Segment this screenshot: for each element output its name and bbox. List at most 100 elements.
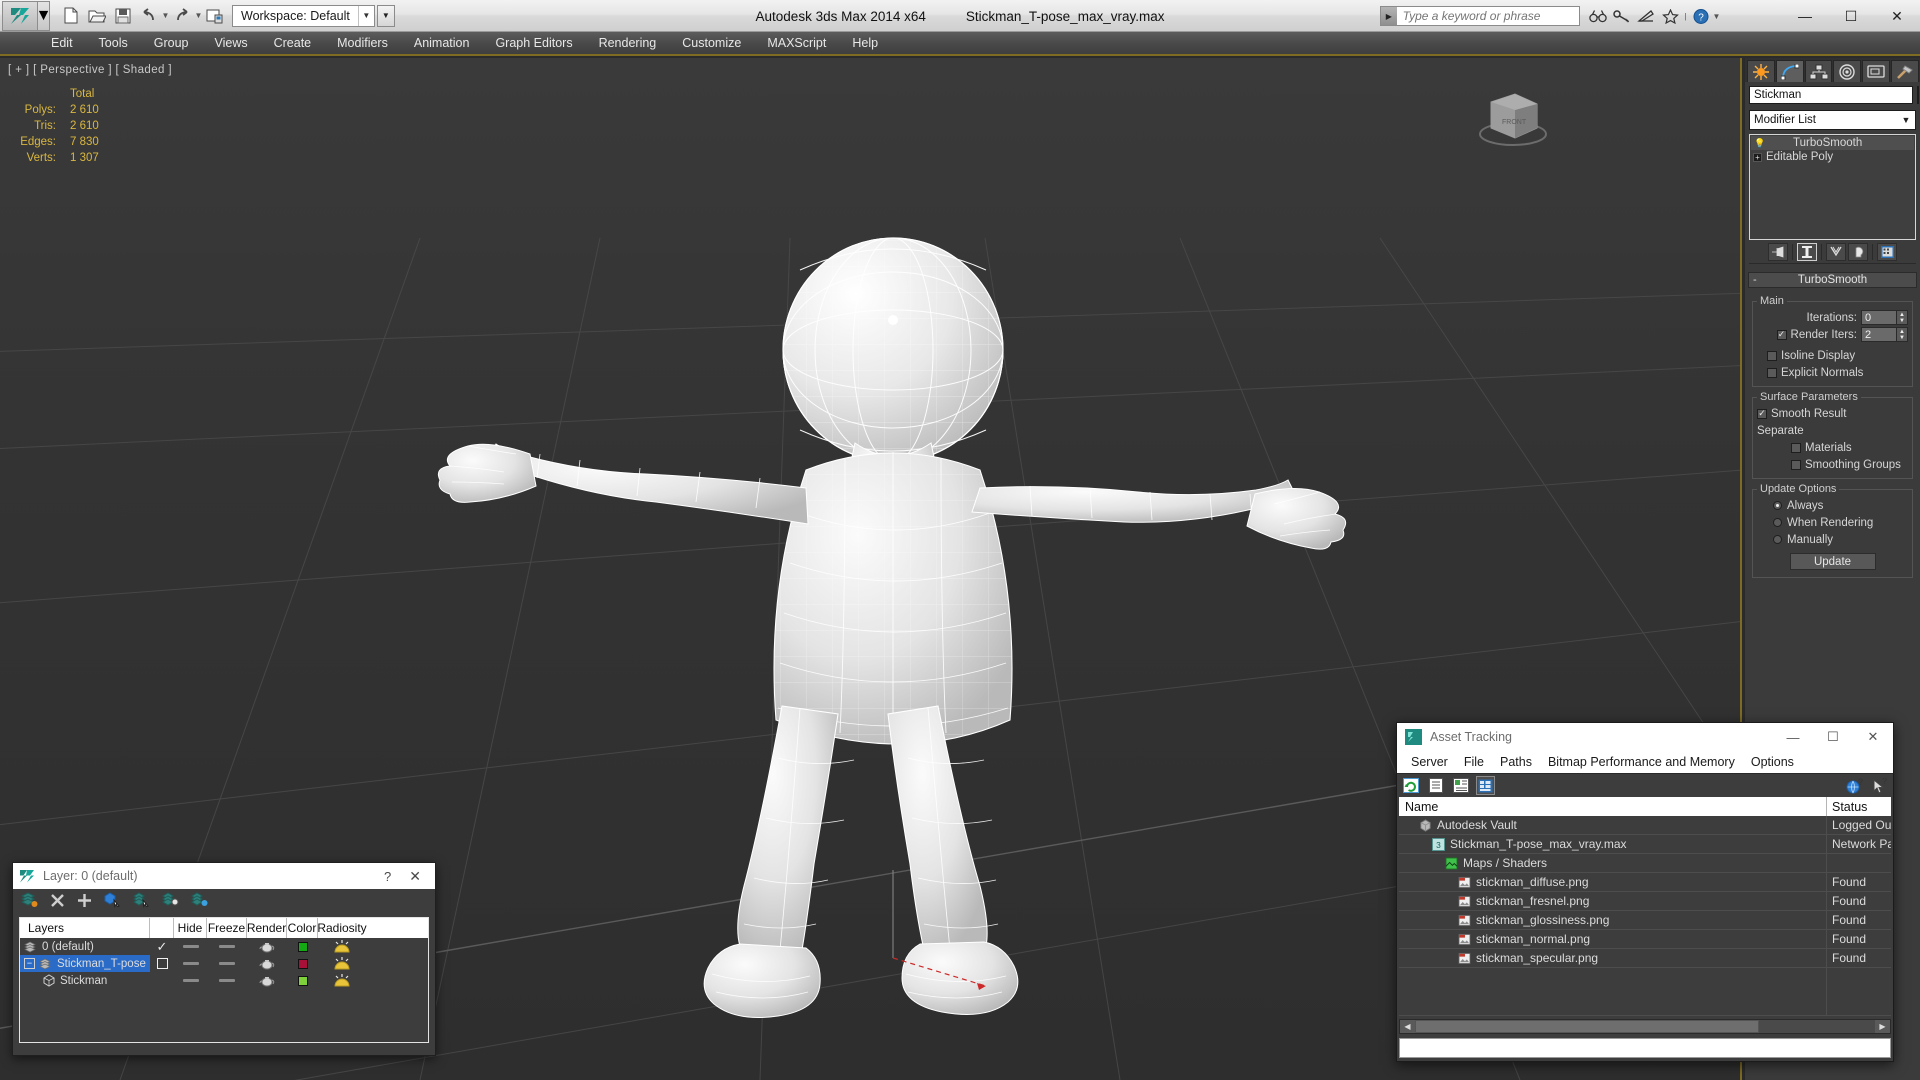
render-toggle[interactable]: [247, 955, 287, 972]
select-objects-layer-icon[interactable]: [104, 892, 121, 913]
open-file-icon[interactable]: [84, 3, 110, 29]
freeze-toggle[interactable]: [207, 972, 247, 989]
iterations-stepper[interactable]: 0 ▲ ▼: [1861, 310, 1908, 325]
minimize-button[interactable]: —: [1782, 0, 1828, 32]
menu-item-create[interactable]: Create: [261, 33, 325, 53]
hide-toggle[interactable]: [174, 972, 207, 989]
redo-icon[interactable]: [169, 3, 195, 29]
scroll-left-arrow-icon[interactable]: ◀: [1400, 1020, 1415, 1033]
asset-name-cell[interactable]: stickman_diffuse.png: [1399, 873, 1827, 891]
undo-icon[interactable]: [136, 3, 162, 29]
smoothing-groups-checkbox[interactable]: [1791, 459, 1801, 470]
table-row[interactable]: stickman_normal.png Found: [1399, 930, 1891, 949]
layer-dialog-titlebar[interactable]: Layer: 0 (default) ? ✕: [13, 863, 435, 889]
object-name-input[interactable]: [1749, 86, 1913, 104]
smooth-result-checkbox[interactable]: ✓: [1757, 408, 1767, 419]
help-circle-icon[interactable]: ?: [1689, 3, 1713, 29]
menu-item-tools[interactable]: Tools: [86, 33, 141, 53]
hierarchy-tab[interactable]: [1804, 60, 1833, 82]
freeze-toggle[interactable]: [207, 938, 247, 955]
iterations-value[interactable]: 0: [1861, 310, 1897, 325]
close-button[interactable]: ✕: [1874, 0, 1920, 32]
binoculars-icon[interactable]: [1586, 3, 1610, 29]
hide-toggle[interactable]: [174, 938, 207, 955]
at-menu-file[interactable]: File: [1456, 755, 1492, 769]
menu-item-rendering[interactable]: Rendering: [586, 33, 670, 53]
asset-grid-horizontal-scrollbar[interactable]: ◀ ▶: [1399, 1019, 1891, 1034]
set-current-layer-icon[interactable]: [162, 892, 179, 913]
layer-color-swatch[interactable]: [287, 972, 318, 989]
create-tab[interactable]: [1747, 60, 1775, 82]
new-layer-icon[interactable]: [20, 892, 38, 913]
app-menu-button[interactable]: [2, 0, 38, 31]
maximize-button[interactable]: ☐: [1828, 0, 1874, 32]
layer-grid[interactable]: Layers Hide Freeze Render Color Radiosit…: [19, 917, 429, 1043]
light-bulb-icon[interactable]: 💡: [1753, 138, 1767, 149]
workspace-dropdown-button[interactable]: ▼: [376, 4, 395, 27]
highlight-selected-icon[interactable]: [133, 892, 150, 913]
table-row[interactable]: Stickman: [20, 972, 428, 989]
show-end-result-icon[interactable]: [1797, 242, 1817, 261]
asset-name-cell[interactable]: Maps / Shaders: [1399, 854, 1827, 872]
asset-tracking-maximize-button[interactable]: ☐: [1813, 723, 1853, 751]
utilities-tab[interactable]: [1891, 60, 1919, 82]
explicit-normals-checkbox[interactable]: [1767, 367, 1777, 378]
at-menu-options[interactable]: Options: [1743, 755, 1802, 769]
pin-stack-icon[interactable]: [1768, 242, 1788, 261]
remove-modifier-icon[interactable]: [1848, 242, 1868, 261]
isoline-display-checkbox[interactable]: [1767, 350, 1777, 361]
radiosity-toggle[interactable]: [318, 938, 366, 955]
workspace-chevron-icon[interactable]: ▼: [357, 5, 374, 26]
hide-toggle[interactable]: [174, 955, 207, 972]
modifier-list-dropdown[interactable]: Modifier List ▼: [1749, 110, 1916, 130]
menu-item-animation[interactable]: Animation: [401, 33, 483, 53]
search-dropdown-icon[interactable]: ▶: [1381, 7, 1397, 25]
configure-sets-icon[interactable]: [1877, 242, 1897, 261]
asset-tracking-titlebar[interactable]: Asset Tracking — ☐ ✕: [1397, 723, 1893, 751]
menu-item-edit[interactable]: Edit: [38, 33, 86, 53]
at-menu-server[interactable]: Server: [1403, 755, 1456, 769]
layer-color-swatch[interactable]: [287, 938, 318, 955]
layer-dialog-help-button[interactable]: ?: [374, 869, 401, 884]
table-row[interactable]: stickman_diffuse.png Found: [1399, 873, 1891, 892]
layer-name-cell[interactable]: 0 (default): [20, 938, 150, 955]
menu-item-modifiers[interactable]: Modifiers: [324, 33, 401, 53]
menu-item-help[interactable]: Help: [839, 33, 891, 53]
modify-tab[interactable]: [1775, 60, 1804, 82]
iterations-spin-arrows[interactable]: ▲ ▼: [1897, 310, 1908, 325]
modifier-stack-item-editable-poly[interactable]: + Editable Poly: [1751, 150, 1914, 164]
redo-dropdown-icon[interactable]: ▼: [195, 3, 203, 29]
render-iters-spin-arrows[interactable]: ▲ ▼: [1897, 327, 1908, 342]
chevron-down-icon[interactable]: ▼: [1897, 111, 1915, 129]
table-row[interactable]: 3 Stickman_T-pose_max_vray.max Network P…: [1399, 835, 1891, 854]
current-layer-check[interactable]: ✓: [150, 938, 174, 955]
asset-name-cell[interactable]: Autodesk Vault: [1399, 816, 1827, 834]
star-icon[interactable]: [1658, 3, 1682, 29]
list-view-icon[interactable]: [1426, 776, 1445, 795]
expand-minus-icon[interactable]: −: [24, 958, 35, 969]
motion-tab[interactable]: [1833, 60, 1862, 82]
scroll-right-arrow-icon[interactable]: ▶: [1875, 1020, 1890, 1033]
help-globe-icon[interactable]: ?: [1845, 776, 1864, 795]
at-menu-bitmap-performance[interactable]: Bitmap Performance and Memory: [1540, 755, 1743, 769]
satellite-dish-icon[interactable]: [1634, 3, 1658, 29]
layer-properties-icon[interactable]: [191, 892, 208, 913]
asset-tracking-window[interactable]: Asset Tracking — ☐ ✕ Server File Paths B…: [1396, 722, 1894, 1062]
radiosity-toggle[interactable]: [318, 955, 366, 972]
modifier-stack-item-turbosmooth[interactable]: 💡 TurboSmooth: [1751, 136, 1914, 150]
modifier-stack[interactable]: 💡 TurboSmooth + Editable Poly: [1749, 134, 1916, 240]
save-file-icon[interactable]: [110, 3, 136, 29]
view-cube[interactable]: FRONT: [1471, 84, 1555, 150]
layer-dialog[interactable]: Layer: 0 (default) ? ✕ Layers Hide Freez…: [12, 862, 436, 1056]
freeze-toggle[interactable]: [207, 955, 247, 972]
table-row[interactable]: − Stickman_T-pose: [20, 955, 428, 972]
undo-dropdown-icon[interactable]: ▼: [162, 3, 170, 29]
menu-item-group[interactable]: Group: [141, 33, 202, 53]
viewport-label[interactable]: [ + ] [ Perspective ] [ Shaded ]: [8, 64, 172, 76]
always-radio[interactable]: [1773, 501, 1782, 510]
asset-tracking-grid[interactable]: Name Status Autodesk Vault Logged Out . …: [1399, 797, 1891, 1016]
table-row[interactable]: Autodesk Vault Logged Out .: [1399, 816, 1891, 835]
asset-name-cell[interactable]: stickman_specular.png: [1399, 949, 1827, 967]
asset-name-cell[interactable]: 3 Stickman_T-pose_max_vray.max: [1399, 835, 1827, 853]
table-row[interactable]: 0 (default) ✓: [20, 938, 428, 955]
